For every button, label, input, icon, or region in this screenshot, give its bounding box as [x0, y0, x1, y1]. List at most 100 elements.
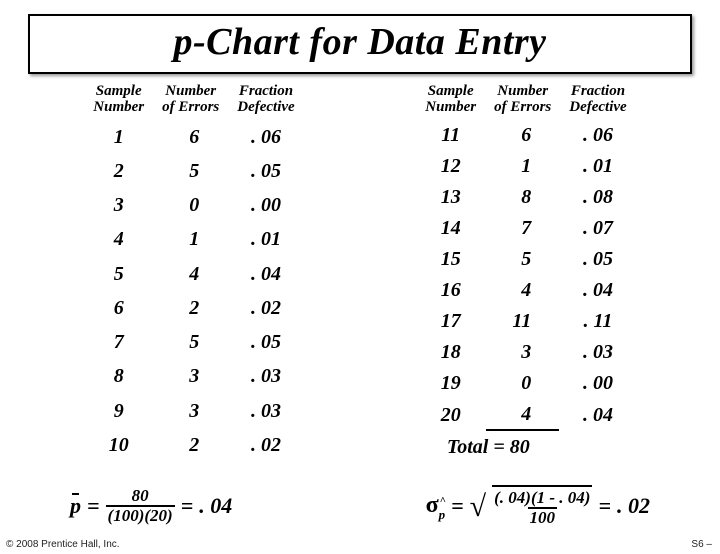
col-sample: Sample Number	[417, 84, 484, 119]
total-label: Total =	[447, 436, 505, 458]
table-row: 41. 01	[85, 223, 302, 255]
cell-fraction: . 05	[229, 326, 302, 358]
cell-sample: 8	[85, 360, 152, 392]
sqrt-icon: √	[470, 499, 486, 514]
total-row: Total = 80	[417, 433, 634, 462]
table-row: 16. 06	[85, 121, 302, 153]
cell-errors: 8	[486, 183, 559, 212]
cell-sample: 18	[417, 338, 484, 367]
cell-sample: 3	[85, 189, 152, 221]
cell-errors: 2	[154, 429, 227, 461]
col-sample: Sample Number	[85, 84, 152, 119]
cell-sample: 16	[417, 276, 484, 305]
cell-fraction: . 04	[561, 276, 634, 305]
cell-fraction: . 07	[561, 214, 634, 243]
cell-sample: 1	[85, 121, 152, 153]
equals: =	[598, 493, 611, 519]
cell-fraction: . 03	[229, 395, 302, 427]
cell-fraction: . 05	[229, 155, 302, 187]
sigma-den: 100	[528, 507, 558, 528]
cell-errors: 5	[486, 245, 559, 274]
pbar-value: . 04	[199, 493, 232, 519]
cell-fraction: . 06	[229, 121, 302, 153]
cell-errors: 2	[154, 292, 227, 324]
table-row: 164. 04	[417, 276, 634, 305]
cell-fraction: . 04	[229, 258, 302, 290]
table-row: 183. 03	[417, 338, 634, 367]
cell-errors: 5	[154, 326, 227, 358]
cell-sample: 12	[417, 152, 484, 181]
cell-errors: 4	[486, 400, 559, 431]
cell-errors: 7	[486, 214, 559, 243]
cell-sample: 2	[85, 155, 152, 187]
cell-fraction: . 02	[229, 429, 302, 461]
sigma-formula: σp = √ (. 04)(1 - . 04) 100 = . 02	[426, 485, 650, 528]
pbar-den: (100)(20)	[106, 505, 175, 526]
cell-errors: 3	[154, 360, 227, 392]
pbar-symbol: p	[70, 493, 81, 519]
cell-errors: 0	[154, 189, 227, 221]
sigma-num: (. 04)(1 - . 04)	[492, 489, 592, 508]
cell-fraction: . 11	[561, 307, 634, 336]
table-row: 102. 02	[85, 429, 302, 461]
cell-fraction: . 02	[229, 292, 302, 324]
table-row: 116. 06	[417, 121, 634, 150]
right-table: Sample Number Number of Errors Fraction …	[415, 82, 636, 463]
cell-fraction: . 01	[229, 223, 302, 255]
cell-fraction: . 00	[561, 369, 634, 398]
table-row: 1711. 11	[417, 307, 634, 336]
cell-sample: 11	[417, 121, 484, 150]
cell-fraction: . 06	[561, 121, 634, 150]
sigma-symbol: σp	[426, 492, 446, 521]
cell-errors: 0	[486, 369, 559, 398]
pbar-num: 80	[130, 487, 151, 506]
cell-sample: 9	[85, 395, 152, 427]
equals: =	[87, 493, 100, 519]
cell-sample: 10	[85, 429, 152, 461]
cell-sample: 19	[417, 369, 484, 398]
table-row: 155. 05	[417, 245, 634, 274]
table-row: 75. 05	[85, 326, 302, 358]
table-row: 25. 05	[85, 155, 302, 187]
cell-errors: 6	[154, 121, 227, 153]
cell-sample: 7	[85, 326, 152, 358]
cell-errors: 6	[486, 121, 559, 150]
cell-fraction: . 00	[229, 189, 302, 221]
pbar-formula: p = 80 (100)(20) = . 04	[70, 485, 232, 528]
equals: =	[181, 493, 194, 519]
col-fraction: Fraction Defective	[229, 84, 302, 119]
cell-sample: 6	[85, 292, 152, 324]
cell-sample: 4	[85, 223, 152, 255]
pbar-fraction: 80 (100)(20)	[106, 487, 175, 526]
cell-errors: 1	[486, 152, 559, 181]
cell-fraction: . 05	[561, 245, 634, 274]
cell-errors: 4	[486, 276, 559, 305]
table-row: 83. 03	[85, 360, 302, 392]
table-row: 138. 08	[417, 183, 634, 212]
cell-fraction: . 03	[561, 338, 634, 367]
cell-errors: 3	[486, 338, 559, 367]
table-row: 121. 01	[417, 152, 634, 181]
sigma-fraction: (. 04)(1 - . 04) 100	[492, 485, 592, 528]
table-row: 147. 07	[417, 214, 634, 243]
table-row: 54. 04	[85, 258, 302, 290]
table-row: 93. 03	[85, 395, 302, 427]
total-value: 80	[510, 436, 530, 458]
col-errors: Number of Errors	[486, 84, 559, 119]
cell-fraction: . 01	[561, 152, 634, 181]
formulas-row: p = 80 (100)(20) = . 04 σp = √ (. 04)(1 …	[0, 485, 720, 528]
cell-fraction: . 03	[229, 360, 302, 392]
cell-sample: 5	[85, 258, 152, 290]
cell-errors: 5	[154, 155, 227, 187]
col-errors: Number of Errors	[154, 84, 227, 119]
table-row: 62. 02	[85, 292, 302, 324]
page-title: p-Chart for Data Entry	[30, 20, 690, 64]
copyright: © 2008 Prentice Hall, Inc.	[6, 539, 120, 550]
col-fraction: Fraction Defective	[561, 84, 634, 119]
page-number: S6 –	[691, 539, 712, 550]
data-tables: Sample Number Number of Errors Fraction …	[0, 82, 720, 463]
equals: =	[451, 493, 464, 519]
cell-sample: 15	[417, 245, 484, 274]
left-table: Sample Number Number of Errors Fraction …	[83, 82, 304, 463]
cell-sample: 14	[417, 214, 484, 243]
